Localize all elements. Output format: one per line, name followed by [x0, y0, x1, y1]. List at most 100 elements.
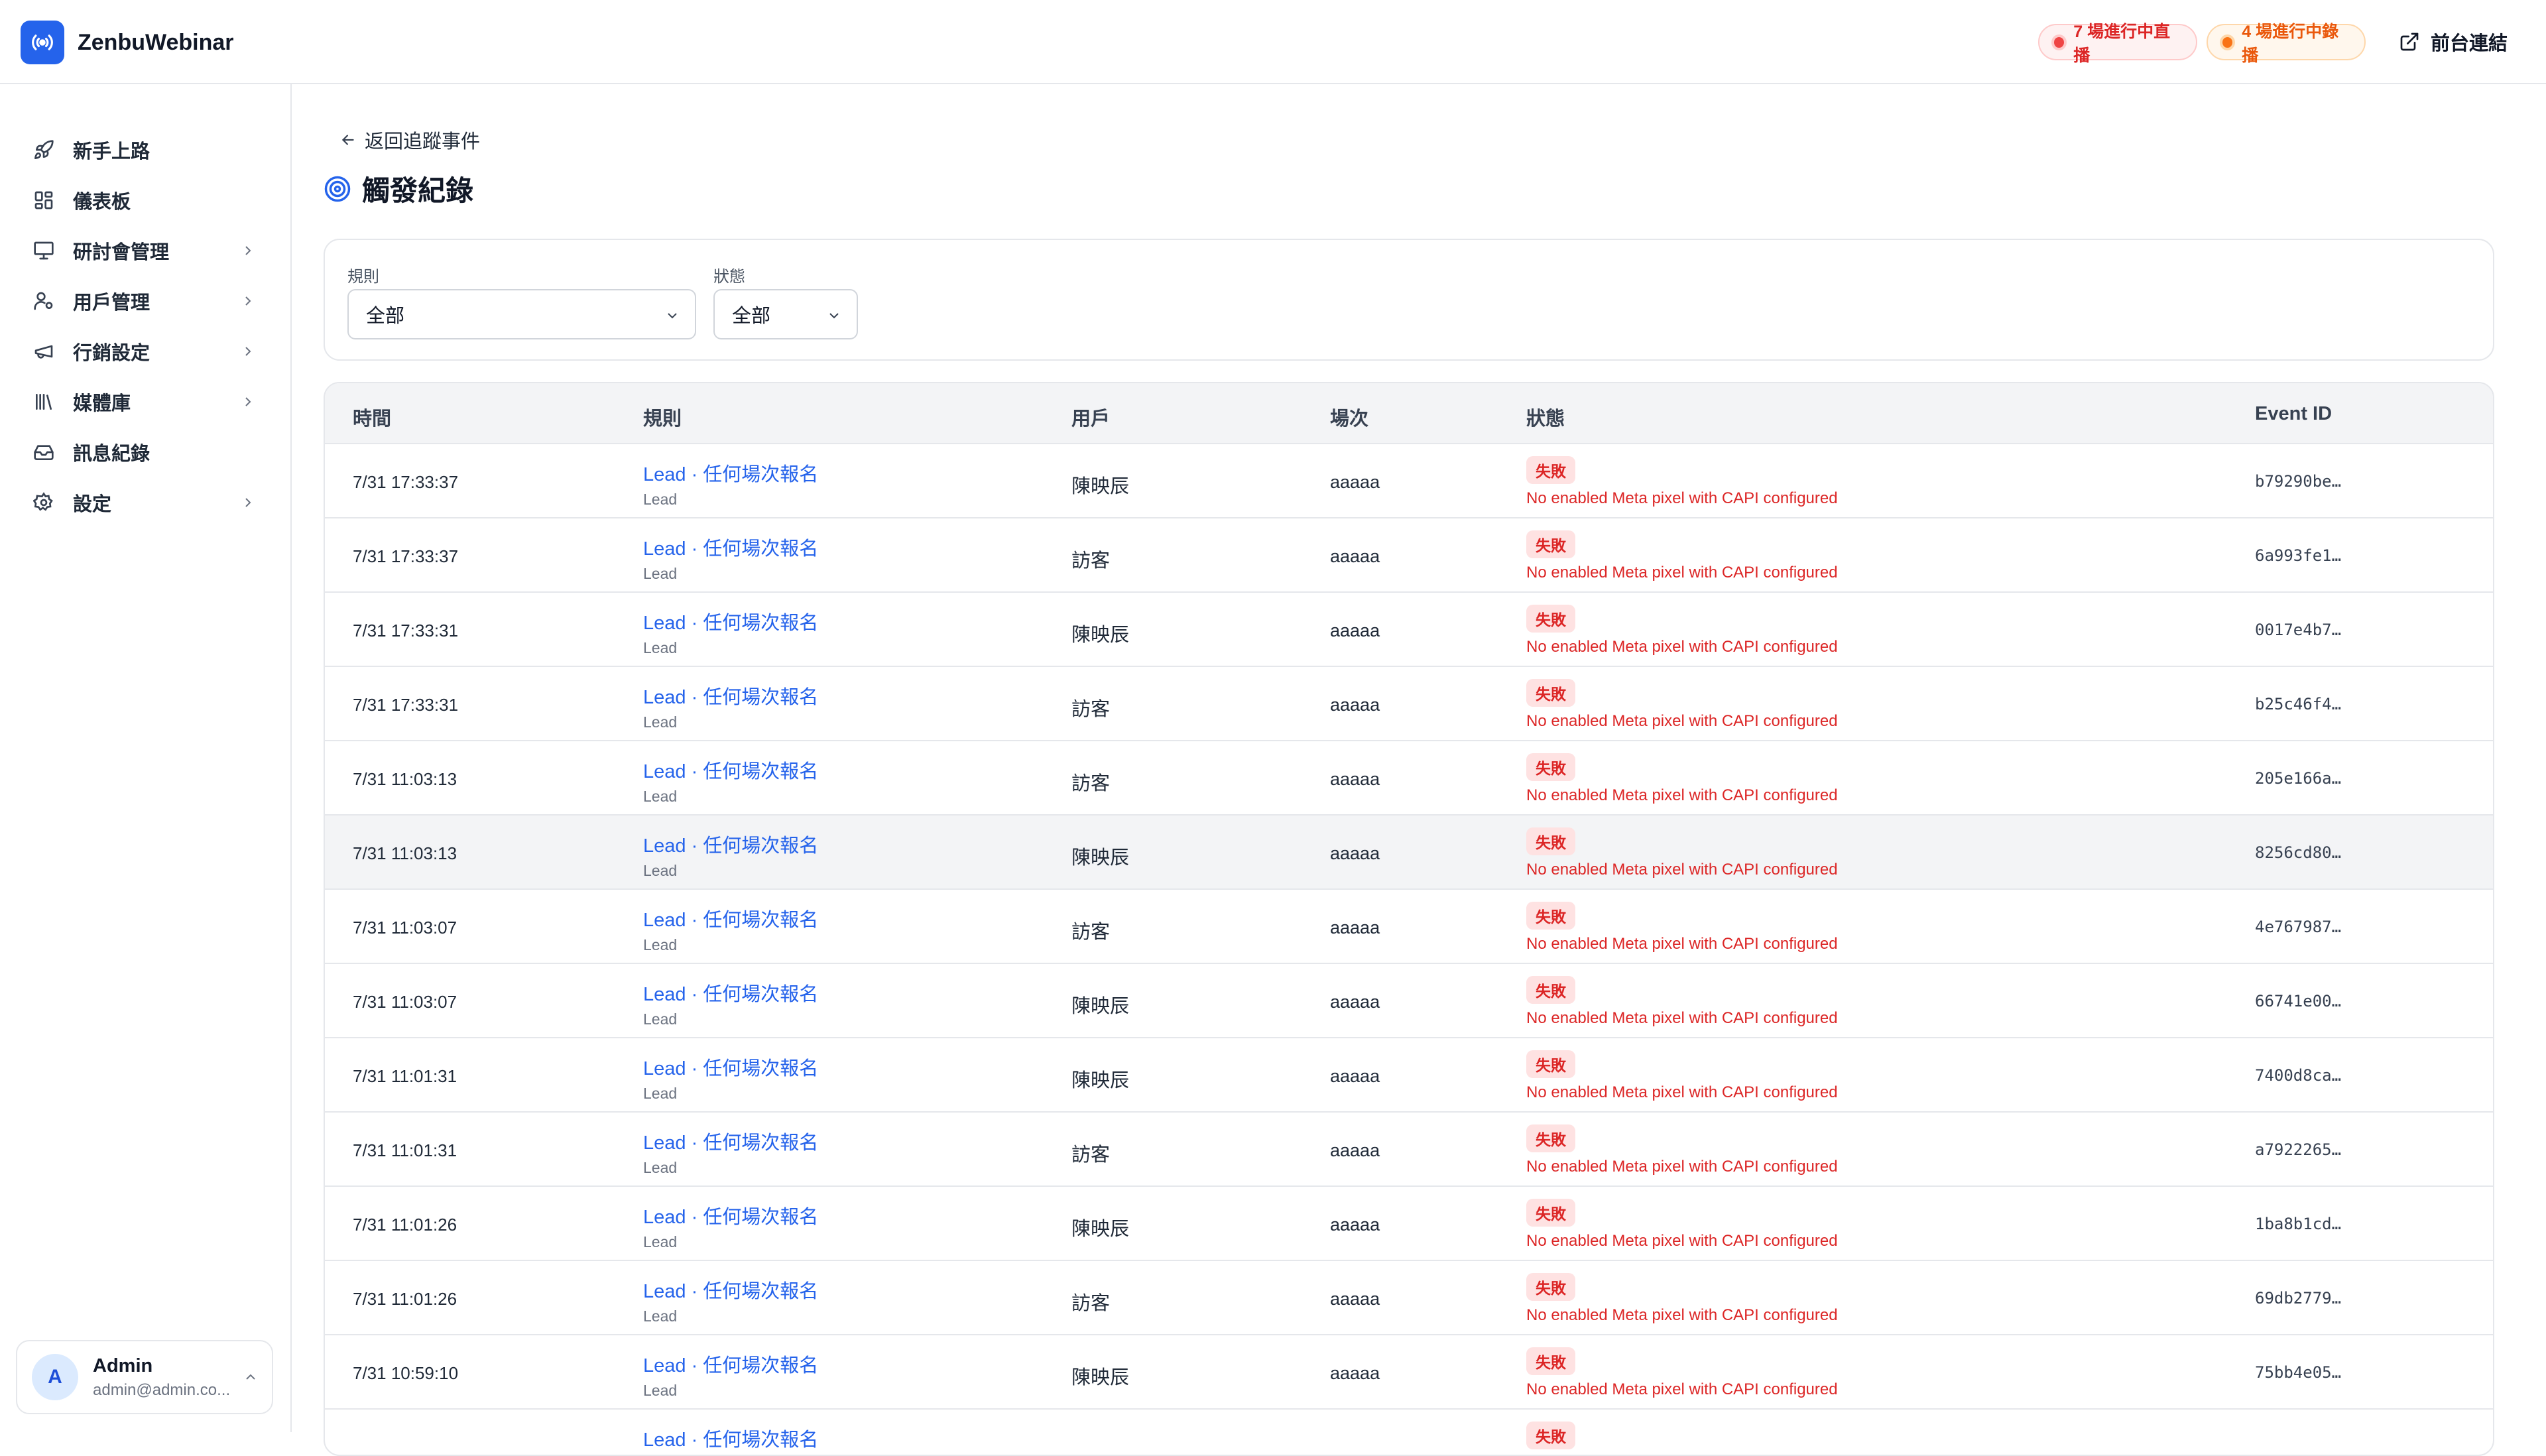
- status-badge: 失敗: [1526, 902, 1575, 930]
- rule-link[interactable]: Lead · 任何場次報名: [643, 533, 818, 561]
- column-header-rule: 規則: [643, 408, 682, 430]
- rule-link[interactable]: Lead · 任何場次報名: [643, 1201, 818, 1229]
- table-row[interactable]: 7/31 11:03:07 Lead · 任何場次報名 Lead 訪客 aaaaa 失敗 N…: [325, 890, 2493, 964]
- table-row[interactable]: 7/31 10:59:10 Lead · 任何場次報名 Lead 陳映辰 aaaaa 失敗…: [325, 1335, 2493, 1410]
- rule-link[interactable]: Lead · 任何場次報名: [643, 1276, 818, 1304]
- rule-cell: Lead · 任何場次報名 Lead: [643, 756, 818, 806]
- rule-link[interactable]: Lead · 任何場次報名: [643, 682, 818, 709]
- status-filter-value: 全部: [732, 306, 771, 327]
- live-dot-icon: [2054, 36, 2065, 48]
- error-message: No enabled Meta pixel with CAPI configur…: [1526, 1158, 1838, 1176]
- rule-link[interactable]: Lead · 任何場次報名: [643, 459, 818, 487]
- event-id-cell: 66741e00…: [2255, 992, 2342, 1010]
- table-row[interactable]: 7/31 11:03:13 Lead · 任何場次報名 Lead 訪客 aaaaa 失敗 N…: [325, 741, 2493, 816]
- table-row[interactable]: 7/31 11:01:26 Lead · 任何場次報名 Lead 陳映辰 aaaaa 失敗…: [325, 1187, 2493, 1261]
- event-id-cell: 4e767987…: [2255, 918, 2342, 936]
- status-cell: 失敗 No enabled Meta pixel with CAPI config…: [1526, 1124, 1838, 1176]
- rule-link[interactable]: Lead · 任何場次報名: [643, 756, 818, 784]
- status-badge: 失敗: [1526, 530, 1575, 558]
- recording-count-badge[interactable]: 4 場進行中錄播: [2207, 23, 2366, 65]
- back-link[interactable]: 返回追蹤事件: [339, 126, 480, 154]
- error-message: No enabled Meta pixel with CAPI configur…: [1526, 1380, 1838, 1398]
- event-id-cell: 8256cd80…: [2255, 843, 2342, 862]
- rule-link[interactable]: Lead · 任何場次報名: [643, 607, 818, 635]
- brand[interactable]: ZenbuWebinar: [21, 21, 234, 64]
- table-row[interactable]: 7/31 17:33:31 Lead · 任何場次報名 Lead 陳映辰 aaaaa 失敗…: [325, 593, 2493, 667]
- table-row[interactable]: Lead · 任何場次報名 失敗: [325, 1410, 2493, 1455]
- time-cell: 7/31 11:01:26: [353, 1215, 457, 1235]
- session-cell: aaaaa: [1330, 472, 1380, 492]
- sidebar-item-users[interactable]: 用戶管理: [16, 280, 265, 322]
- user-menu[interactable]: A Admin admin@admin.co...: [16, 1340, 273, 1414]
- table-row[interactable]: 7/31 17:33:37 Lead · 任何場次報名 Lead 訪客 aaaaa 失敗 N…: [325, 518, 2493, 593]
- rule-cell: Lead · 任何場次報名 Lead: [643, 979, 818, 1028]
- status-badge: 失敗: [1526, 679, 1575, 707]
- error-message: No enabled Meta pixel with CAPI configur…: [1526, 935, 1838, 953]
- error-message: No enabled Meta pixel with CAPI configur…: [1526, 712, 1838, 730]
- rule-event-type: Lead: [643, 1010, 678, 1028]
- sidebar-item-settings[interactable]: 設定: [16, 481, 265, 524]
- rule-link[interactable]: Lead · 任何場次報名: [643, 830, 818, 858]
- rule-link[interactable]: Lead · 任何場次報名: [643, 1127, 818, 1155]
- chevron-right-icon: [245, 246, 251, 255]
- time-cell: 7/31 17:33:37: [353, 546, 459, 566]
- table-row[interactable]: 7/31 11:01:26 Lead · 任何場次報名 Lead 訪客 aaaaa 失敗 N…: [325, 1261, 2493, 1335]
- session-cell: aaaaa: [1330, 992, 1380, 1012]
- user-cell: 陳映辰: [1071, 1367, 1130, 1388]
- user-cell: 訪客: [1071, 1144, 1111, 1166]
- chevron-right-icon: [245, 347, 251, 356]
- status-filter-select[interactable]: 全部: [713, 289, 858, 339]
- rule-cell: Lead · 任何場次報名 Lead: [643, 682, 818, 731]
- table-row[interactable]: 7/31 11:01:31 Lead · 任何場次報名 Lead 訪客 aaaaa 失敗 N…: [325, 1113, 2493, 1187]
- rule-filter-select[interactable]: 全部: [347, 289, 696, 339]
- sidebar-item-message-log[interactable]: 訊息紀錄: [16, 431, 265, 473]
- dashboard-icon: [32, 188, 56, 212]
- table-row[interactable]: 7/31 11:03:07 Lead · 任何場次報名 Lead 陳映辰 aaaaa 失敗…: [325, 964, 2493, 1038]
- rule-event-type: Lead: [643, 1233, 678, 1250]
- chevron-right-icon: [245, 498, 251, 507]
- live-count-badge[interactable]: 7 場進行中直播: [2038, 23, 2197, 65]
- sidebar-item-marketing[interactable]: 行銷設定: [16, 330, 265, 373]
- frontend-link[interactable]: 前台連結: [2399, 28, 2508, 56]
- session-cell: aaaaa: [1330, 1363, 1380, 1383]
- table-row[interactable]: 7/31 17:33:31 Lead · 任何場次報名 Lead 訪客 aaaaa 失敗 N…: [325, 667, 2493, 741]
- rule-cell: Lead · 任何場次報名 Lead: [643, 1350, 818, 1400]
- rule-link[interactable]: Lead · 任何場次報名: [643, 1350, 818, 1378]
- sidebar-item-label: 研討會管理: [73, 242, 170, 263]
- sidebar-item-media-library[interactable]: 媒體庫: [16, 381, 265, 423]
- status-cell: 失敗 No enabled Meta pixel with CAPI config…: [1526, 1050, 1838, 1102]
- error-message: No enabled Meta pixel with CAPI configur…: [1526, 489, 1838, 507]
- sidebar-item-webinars[interactable]: 研討會管理: [16, 229, 265, 272]
- session-cell: aaaaa: [1330, 546, 1380, 566]
- column-header-user: 用戶: [1071, 408, 1111, 430]
- rule-link[interactable]: Lead · 任何場次報名: [643, 904, 818, 932]
- arrow-left-icon: [341, 135, 354, 145]
- table-row[interactable]: 7/31 17:33:37 Lead · 任何場次報名 Lead 陳映辰 aaaaa 失敗…: [325, 444, 2493, 518]
- sidebar-item-label: 設定: [73, 494, 112, 515]
- user-cell: 陳映辰: [1071, 996, 1130, 1017]
- table-row[interactable]: 7/31 11:03:13 Lead · 任何場次報名 Lead 陳映辰 aaaaa 失敗…: [325, 816, 2493, 890]
- rule-event-type: Lead: [643, 1307, 678, 1325]
- table-row[interactable]: 7/31 11:01:31 Lead · 任何場次報名 Lead 陳映辰 aaaaa 失敗…: [325, 1038, 2493, 1113]
- rule-link[interactable]: Lead · 任何場次報名: [643, 1053, 818, 1081]
- library-icon: [32, 390, 56, 414]
- time-cell: 7/31 11:01:31: [353, 1140, 457, 1160]
- filter-panel: 規則 全部 狀態 全部: [324, 239, 2494, 361]
- session-cell: aaaaa: [1330, 1140, 1380, 1160]
- status-badge: 失敗: [1526, 1199, 1575, 1227]
- rule-event-type: Lead: [643, 1382, 678, 1399]
- rule-filter-label: 規則: [347, 268, 379, 286]
- session-cell: aaaaa: [1330, 1289, 1380, 1309]
- time-cell: 7/31 10:59:10: [353, 1363, 459, 1383]
- status-cell: 失敗 No enabled Meta pixel with CAPI config…: [1526, 976, 1838, 1028]
- rule-link[interactable]: Lead · 任何場次報名: [643, 1424, 818, 1452]
- status-cell: 失敗 No enabled Meta pixel with CAPI config…: [1526, 456, 1838, 508]
- chevron-up-icon: [246, 1374, 255, 1380]
- rule-link[interactable]: Lead · 任何場次報名: [643, 979, 818, 1006]
- status-cell: 失敗 No enabled Meta pixel with CAPI config…: [1526, 827, 1838, 879]
- event-id-cell: 6a993fe1…: [2255, 546, 2342, 565]
- user-gear-icon: [32, 289, 56, 313]
- sidebar-item-getting-started[interactable]: 新手上路: [16, 129, 265, 171]
- page-title: 觸發紀錄: [324, 168, 473, 209]
- sidebar-item-dashboard[interactable]: 儀表板: [16, 179, 265, 221]
